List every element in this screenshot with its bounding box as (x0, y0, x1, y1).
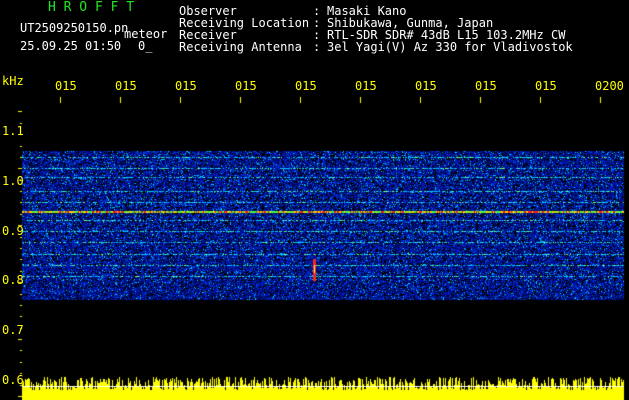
time-tick: 015 (535, 79, 557, 93)
time-tick: 015 (235, 79, 257, 93)
time-tick: 015 (295, 79, 317, 93)
freq-tick: 0.6 (2, 373, 24, 387)
count-label: 0_ (138, 39, 153, 53)
date-time: 25.09.25 01:50 (20, 39, 122, 53)
freq-unit-label: kHz (2, 74, 24, 88)
freq-tick: 0.9 (2, 224, 24, 238)
time-tick: 015 (415, 79, 437, 93)
freq-tick: 0.7 (2, 323, 24, 337)
antenna-key: Receiving Antenna (179, 40, 302, 54)
time-tick: 015 (355, 79, 377, 93)
antenna-colon: : (313, 40, 321, 54)
antenna-value: 3el Yagi(V) Az 330 for Vladivostok (327, 40, 573, 54)
time-tick: 0200 (595, 79, 624, 93)
time-tick: 015 (175, 79, 197, 93)
time-tick: 015 (55, 79, 77, 93)
freq-tick: 1.0 (2, 174, 24, 188)
freq-tick: 1.1 (2, 124, 24, 138)
freq-tick: 0.8 (2, 273, 24, 287)
spectrogram-canvas (0, 0, 629, 400)
time-tick: 015 (475, 79, 497, 93)
time-tick: 015 (115, 79, 137, 93)
brand-title: H R O F F T (48, 0, 135, 15)
file-name: UT2509250150.pn (20, 21, 129, 35)
